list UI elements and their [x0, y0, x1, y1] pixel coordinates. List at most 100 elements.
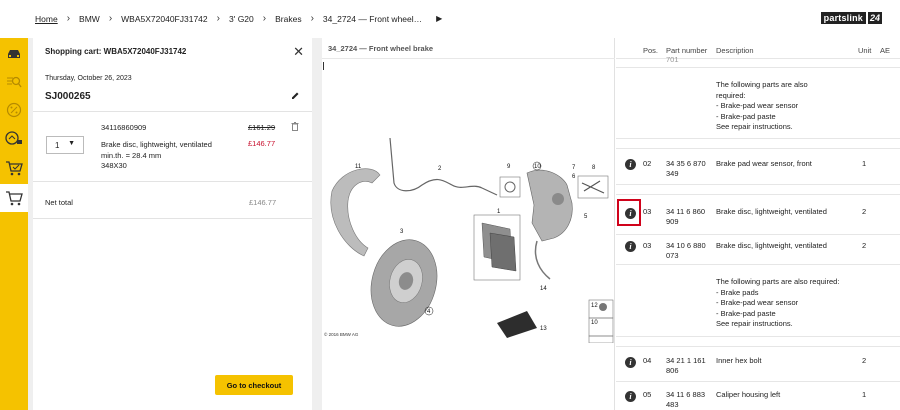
net-total-label: Net total: [45, 198, 73, 207]
cart-date: Thursday, October 26, 2023: [45, 75, 132, 82]
parts-note: The following parts are also required: - …: [716, 277, 840, 328]
checkout-button[interactable]: Go to checkout: [215, 375, 293, 395]
partslink-logo: partslink 24: [820, 12, 882, 24]
row-pos: 04: [643, 356, 652, 365]
header-description: Description: [716, 46, 754, 55]
divider: [33, 111, 312, 112]
divider: [616, 194, 900, 195]
divider: [616, 184, 900, 185]
info-icon[interactable]: i: [625, 391, 636, 402]
car-icon[interactable]: [4, 44, 24, 64]
brake-diagram[interactable]: 11 2 9 10 7 6 8 3 1 5 14 12 10 4 13 © 20…: [322, 123, 614, 343]
row-description: Caliper housing left: [716, 390, 781, 399]
divider: [33, 181, 312, 182]
divider: [616, 67, 900, 68]
cart-check-icon[interactable]: [4, 158, 24, 178]
info-icon[interactable]: i: [625, 159, 636, 170]
breadcrumb-current[interactable]: 34_2724 — Front wheel…: [323, 14, 422, 24]
callout-4: 4: [427, 309, 431, 315]
breadcrumb: Home › BMW › WBA5X72040FJ31742 › 3' G20 › Br…: [35, 13, 443, 24]
callout-1: 1: [497, 209, 501, 215]
row-part-number[interactable]: 34 21 1 161 806: [666, 356, 706, 376]
callout-7: 7: [572, 165, 576, 171]
row-unit: 1: [862, 390, 867, 399]
item-part-number: 34116860909: [101, 123, 147, 132]
parts-table: Pos. Part number Description Unit AE 701…: [616, 38, 900, 410]
highlight-box: [617, 199, 641, 226]
row-unit: 1: [862, 159, 867, 168]
row-part-number[interactable]: 34 11 6 883 483: [666, 390, 705, 410]
item-price-new: £146.77: [248, 139, 276, 148]
row-description: Brake disc, lightweight, ventilated: [716, 241, 827, 250]
repair-icon[interactable]: [4, 128, 24, 148]
shopping-cart-panel: Shopping cart: WBA5X72040FJ31742 ✕ Thurs…: [33, 38, 312, 410]
net-total-value: £146.77: [249, 198, 277, 207]
diagram-copyright: © 2016 BMW AG: [324, 331, 359, 337]
callout-8: 8: [592, 165, 596, 171]
breadcrumb-vin[interactable]: WBA5X72040FJ31742: [121, 14, 207, 24]
callout-3: 3: [400, 229, 404, 235]
parts-note: The following parts are also required: - B…: [716, 80, 808, 131]
item-price-old: £161.29: [248, 123, 276, 132]
search-parts-icon[interactable]: [4, 72, 24, 92]
breadcrumb-brand[interactable]: BMW: [79, 14, 100, 24]
pencil-icon[interactable]: [291, 91, 300, 102]
callout-5: 5: [584, 214, 588, 220]
divider: [616, 336, 900, 337]
row-description: Brake pad wear sensor, front: [716, 159, 812, 168]
breadcrumb-home[interactable]: Home: [35, 14, 58, 24]
breadcrumb-series[interactable]: 3' G20: [229, 14, 254, 24]
row-description: Brake disc, lightweight, ventilated: [716, 207, 827, 216]
top-bar: Home › BMW › WBA5X72040FJ31742 › 3' G20 › Br…: [0, 0, 900, 38]
divider: [616, 234, 900, 235]
close-icon[interactable]: ✕: [293, 44, 304, 60]
divider: [616, 381, 900, 382]
divider: [33, 218, 312, 219]
row-description: Inner hex bolt: [716, 356, 762, 365]
callout-11: 11: [355, 164, 362, 170]
row-unit: 2: [862, 241, 867, 250]
divider: [616, 138, 900, 139]
info-icon[interactable]: i: [625, 357, 636, 368]
row-unit: 2: [862, 207, 867, 216]
chevron-down-icon: ▼: [68, 140, 75, 147]
header-ae: AE: [880, 46, 891, 55]
order-number: SJ000265: [45, 91, 91, 102]
row-part-number[interactable]: 34 11 6 860 909: [666, 207, 705, 227]
callout-6: 6: [572, 174, 576, 180]
callout-2: 2: [438, 166, 442, 172]
row-pos: 05: [643, 390, 652, 399]
breadcrumb-group[interactable]: Brakes: [275, 14, 301, 24]
diagram-ref: 477700: [590, 342, 606, 343]
divider: [616, 264, 900, 265]
row-part-number[interactable]: 34 10 6 880 073: [666, 241, 706, 261]
callout-9: 9: [507, 164, 511, 170]
trash-icon[interactable]: [291, 122, 299, 133]
row-part-number[interactable]: 34 35 6 870 349: [666, 159, 706, 179]
partial-row-text: 701: [666, 55, 679, 64]
row-pos: 03: [643, 207, 652, 216]
gutter-middle: [312, 38, 322, 410]
quantity-select[interactable]: 1 ▼: [46, 136, 84, 154]
item-description: Brake disc, lightweight, ventilated min.…: [101, 140, 212, 170]
callout-10b: 10: [591, 320, 598, 326]
cart-title: Shopping cart: WBA5X72040FJ31742: [45, 47, 187, 56]
info-icon[interactable]: i: [625, 241, 636, 252]
diagram-title: 34_2724 — Front wheel brake: [328, 44, 434, 53]
breadcrumb-more-icon[interactable]: ▶: [436, 14, 442, 23]
row-pos: 03: [643, 241, 652, 250]
row-pos: 02: [643, 159, 652, 168]
row-unit: 2: [862, 356, 867, 365]
header-pos: Pos.: [643, 46, 659, 55]
callout-12: 12: [591, 303, 598, 309]
percent-icon[interactable]: [4, 100, 24, 120]
text-cursor: [323, 62, 324, 70]
divider: [322, 58, 615, 59]
callout-14: 14: [540, 286, 547, 292]
cart-icon[interactable]: [0, 184, 28, 212]
divider: [616, 58, 900, 59]
divider: [616, 346, 900, 347]
callout-13: 13: [540, 326, 547, 332]
divider: [616, 148, 900, 149]
diagram-panel: 34_2724 — Front wheel brake 11 2 9 10 7 …: [322, 38, 615, 410]
